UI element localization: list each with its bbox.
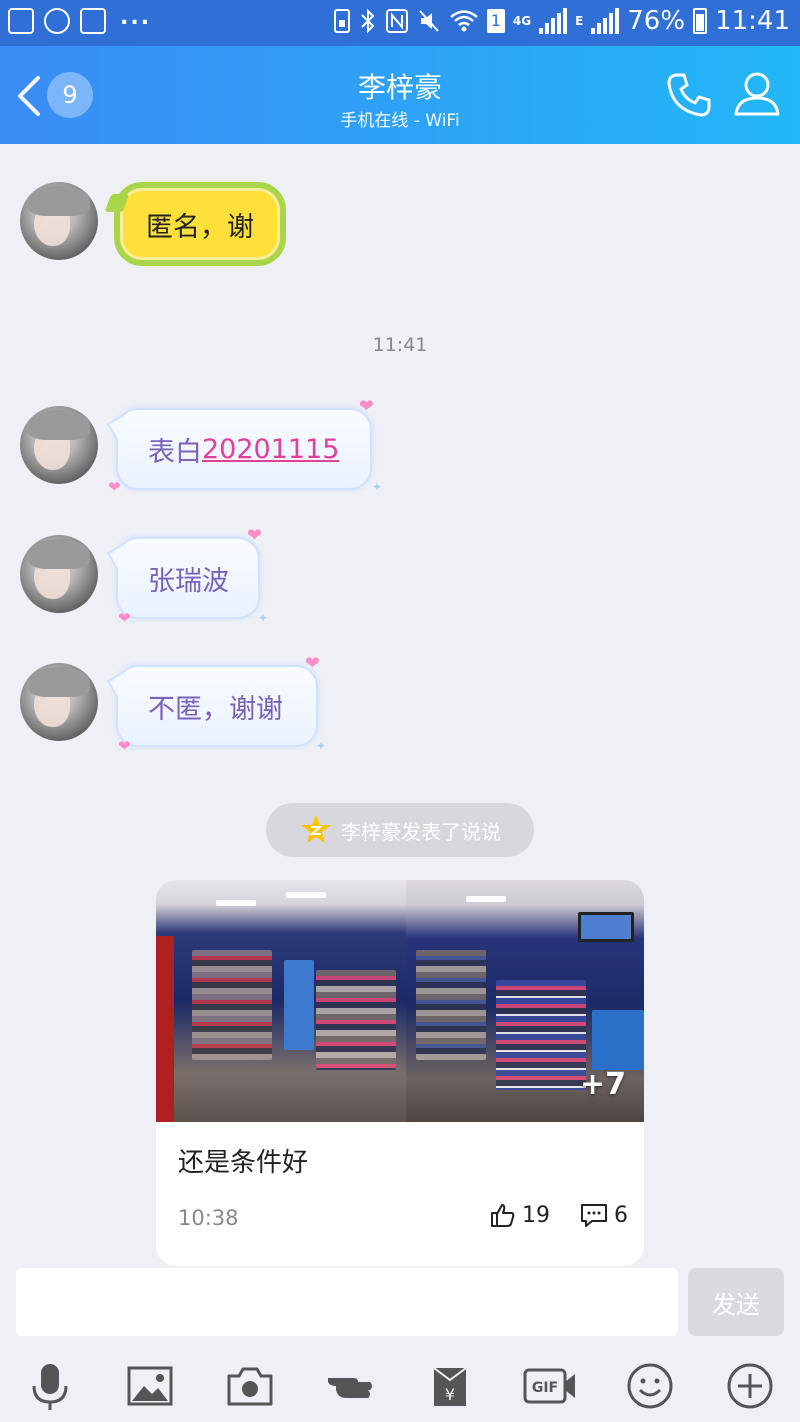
message-text: 张瑞波 [148, 565, 229, 597]
message-text: 不匿，谢谢 [148, 693, 283, 725]
message-text: 表白 [148, 436, 202, 468]
send-button[interactable]: 发送 [688, 1268, 784, 1336]
contact-avatar[interactable] [20, 663, 98, 741]
camera-icon[interactable] [224, 1360, 276, 1412]
app-notification-icon [44, 8, 70, 34]
poke-icon[interactable] [324, 1360, 376, 1412]
bluetooth-icon [361, 8, 375, 34]
clock: 11:41 [715, 6, 790, 36]
microphone-icon[interactable] [24, 1360, 76, 1412]
post-photo[interactable]: +7 [406, 880, 644, 1122]
chat-header: 9 李梓豪 手机在线 - WiFi [0, 46, 800, 144]
add-more-icon[interactable] [724, 1360, 776, 1412]
contact-avatar[interactable] [20, 406, 98, 484]
qzone-star-icon [301, 815, 331, 843]
network-e-label: E [575, 14, 584, 28]
message-bubble[interactable]: 张瑞波 ❤ ❤ ✦ [116, 525, 268, 627]
image-icon[interactable] [124, 1360, 176, 1412]
post-notice[interactable]: 李梓豪发表了说说 [266, 803, 534, 857]
contact-avatar[interactable] [20, 535, 98, 613]
phone-call-icon[interactable] [664, 70, 714, 120]
yen-symbol: ¥ [445, 1385, 455, 1404]
red-packet-icon[interactable]: ¥ [424, 1360, 476, 1412]
battery-percent: 76% [627, 6, 686, 36]
heart-decoration-icon: ❤ [118, 609, 131, 627]
mute-icon [419, 10, 439, 32]
like-count: 19 [522, 1202, 550, 1228]
notification-icons: ... [8, 4, 152, 34]
heart-decoration-icon: ❤ [358, 396, 374, 417]
network-4g-label: 4G [512, 14, 532, 28]
heart-decoration-icon: ❤ [118, 737, 131, 755]
paw-icon [80, 8, 106, 34]
signal-e-icon [591, 8, 620, 34]
sim-slot-badge: 1 [486, 9, 505, 33]
wifi-icon [450, 10, 478, 32]
more-photos-count[interactable]: +7 [580, 1067, 626, 1102]
message-bubble[interactable]: 匿名，谢 [114, 182, 286, 266]
signal-4g-icon [539, 8, 568, 34]
heart-decoration-icon: ❤ [108, 478, 121, 496]
post-time: 10:38 [178, 1206, 239, 1230]
sparkle-decoration-icon: ✦ [371, 480, 382, 494]
input-toolbar: ¥ GIF [0, 1350, 800, 1422]
emoji-icon[interactable] [624, 1360, 676, 1412]
comment-icon [581, 1204, 607, 1227]
comment-button[interactable]: 6 [580, 1202, 628, 1228]
post-caption: 还是条件好 [178, 1148, 309, 1178]
gallery-icon [8, 8, 34, 34]
message-link[interactable]: 20201115 [202, 434, 339, 465]
post-notice-text: 李梓豪发表了说说 [341, 819, 501, 844]
like-button[interactable]: 19 [490, 1202, 550, 1228]
battery-icon [693, 8, 708, 34]
sparkle-decoration-icon: ✦ [315, 739, 326, 753]
sim-icon [333, 9, 350, 33]
gif-label: GIF [532, 1380, 558, 1396]
status-bar: ... 1 4G E 76% 11:41 [0, 0, 800, 46]
contact-avatar[interactable] [20, 182, 98, 260]
post-card[interactable]: +7 还是条件好 10:38 19 6 [156, 880, 644, 1266]
more-notifications: ... [120, 4, 152, 30]
heart-decoration-icon: ❤ [304, 653, 320, 674]
heart-decoration-icon: ❤ [246, 525, 262, 546]
sparkle-decoration-icon: ✦ [257, 611, 268, 625]
message-timestamp: 11:41 [372, 334, 428, 356]
post-photo[interactable] [156, 880, 406, 1122]
message-bubble[interactable]: 表白 20201115 ❤ ❤ ✦ [108, 396, 382, 496]
thumbs-up-icon [491, 1204, 515, 1227]
nfc-icon [385, 9, 408, 33]
comment-count: 6 [614, 1202, 628, 1228]
gif-icon[interactable]: GIF [522, 1360, 578, 1412]
profile-icon[interactable] [732, 68, 782, 118]
message-text: 匿名，谢 [146, 211, 254, 243]
system-indicators: 1 4G E 76% 11:41 [333, 6, 790, 36]
message-input[interactable] [16, 1268, 678, 1336]
post-photos[interactable]: +7 [156, 880, 644, 1122]
message-bubble[interactable]: 不匿，谢谢 ❤ ❤ ✦ [116, 653, 326, 755]
